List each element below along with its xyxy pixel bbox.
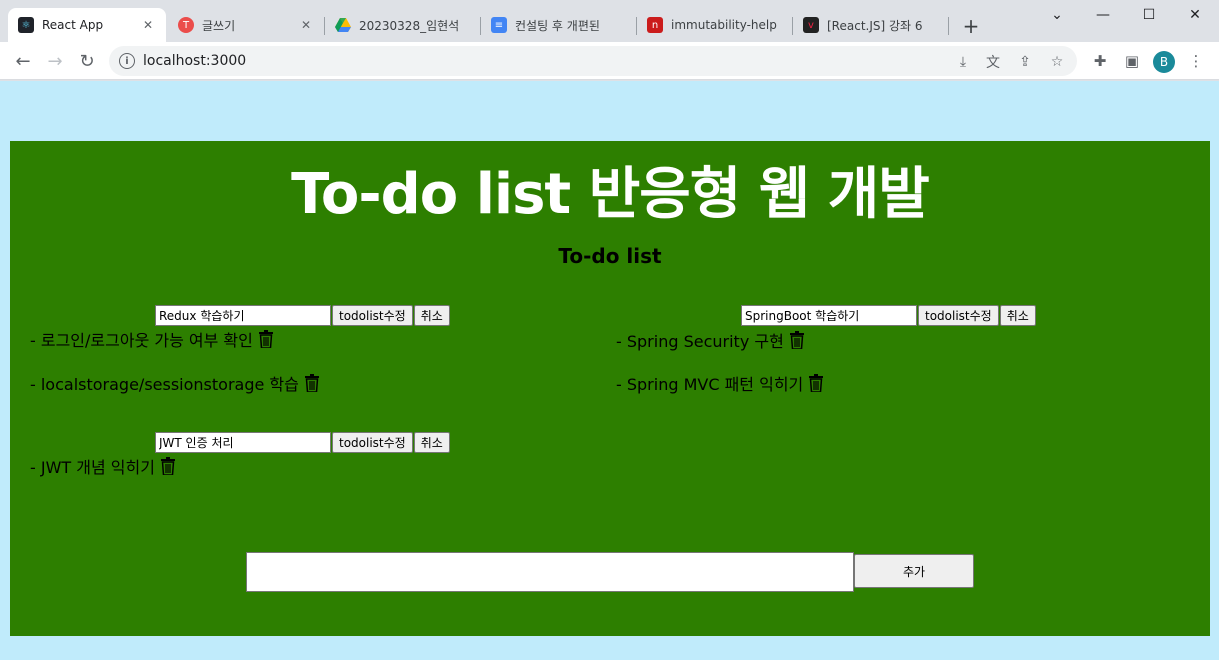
- tab-react-app[interactable]: ⚛ React App ✕: [8, 8, 166, 42]
- todo-item: - 로그인/로그아웃 가능 여부 확인: [30, 327, 273, 351]
- todo-text: - Spring Security 구현: [616, 332, 784, 351]
- trash-icon[interactable]: [304, 374, 319, 392]
- edit-todo-input[interactable]: [741, 305, 917, 326]
- tab-title: 컨설팅 후 개편된: [515, 18, 600, 33]
- tab-title: React App: [42, 18, 104, 32]
- todo-text: - localstorage/sessionstorage 학습: [30, 375, 299, 394]
- tab-title: 20230328_임현석: [359, 18, 460, 33]
- close-icon[interactable]: ✕: [298, 17, 314, 33]
- todolist-edit-button[interactable]: todolist수정: [918, 305, 999, 326]
- kebab-menu-icon[interactable]: ⋮: [1186, 51, 1206, 71]
- close-icon[interactable]: ✕: [140, 17, 156, 33]
- cancel-button[interactable]: 취소: [999, 305, 1036, 326]
- todolist-edit-button[interactable]: todolist수정: [332, 432, 413, 453]
- minimize-icon[interactable]: —: [1080, 0, 1126, 30]
- edit-row-springboot: todolist수정 취소: [741, 305, 1036, 326]
- url-text[interactable]: localhost:3000: [143, 53, 246, 69]
- forward-arrow-icon[interactable]: →: [41, 47, 69, 75]
- tab-separator: [948, 17, 949, 35]
- back-arrow-icon[interactable]: ←: [9, 47, 37, 75]
- edit-row-redux: todolist수정 취소: [155, 305, 450, 326]
- page-subtitle: To-do list: [558, 244, 662, 268]
- add-button[interactable]: 추가: [854, 554, 974, 588]
- drive-favicon-icon: [335, 17, 351, 33]
- edit-todo-input[interactable]: [155, 305, 331, 326]
- todo-item: - JWT 개념 익히기: [30, 454, 175, 478]
- tab-drive[interactable]: 20230328_임현석: [325, 8, 480, 42]
- install-icon[interactable]: ⤓: [954, 53, 972, 71]
- translate-icon[interactable]: 文: [984, 53, 1002, 71]
- maximize-icon[interactable]: ☐: [1126, 0, 1172, 30]
- trash-icon[interactable]: [160, 457, 175, 475]
- velopert-favicon-icon: v: [803, 17, 819, 33]
- page-title: To-do list 반응형 웹 개발: [291, 162, 930, 227]
- new-tab-button[interactable]: +: [958, 14, 984, 38]
- tistory-favicon-icon: T: [178, 17, 194, 33]
- page-viewport: To-do list 반응형 웹 개발 To-do list todolist수…: [0, 81, 1219, 660]
- todo-text: - JWT 개념 익히기: [30, 458, 155, 477]
- todolist-edit-button[interactable]: todolist수정: [332, 305, 413, 326]
- cancel-button[interactable]: 취소: [413, 432, 450, 453]
- edit-todo-input[interactable]: [155, 432, 331, 453]
- tab-write[interactable]: T 글쓰기 ✕: [168, 8, 324, 42]
- new-todo-input[interactable]: [246, 552, 854, 592]
- tab-npm[interactable]: n immutability-help: [637, 8, 792, 42]
- trash-icon[interactable]: [809, 374, 824, 392]
- todo-item: - Spring Security 구현: [616, 328, 804, 352]
- tab-docs[interactable]: ≡ 컨설팅 후 개편된: [481, 8, 636, 42]
- todo-item: - localstorage/sessionstorage 학습: [30, 371, 319, 395]
- tab-title: 글쓰기: [202, 18, 236, 33]
- cancel-button[interactable]: 취소: [413, 305, 450, 326]
- tab-title: [React.JS] 강좌 6: [827, 18, 923, 33]
- trash-icon[interactable]: [258, 330, 273, 348]
- npm-favicon-icon: n: [647, 17, 663, 33]
- profile-avatar[interactable]: B: [1153, 51, 1175, 73]
- tab-react-course[interactable]: v [React.JS] 강좌 6: [793, 8, 948, 42]
- share-icon[interactable]: ⇪: [1016, 53, 1034, 71]
- browser-toolbar: ← → ↻ i localhost:3000 ⤓ 文 ⇪ ☆ ✚ ▣ B ⋮: [0, 42, 1219, 80]
- info-icon[interactable]: i: [119, 53, 135, 69]
- edit-row-jwt: todolist수정 취소: [155, 432, 450, 453]
- tab-strip: ⚛ React App ✕ T 글쓰기 ✕ 20230328_임현석 ≡ 컨설팅…: [0, 0, 1219, 42]
- trash-icon[interactable]: [789, 331, 804, 349]
- todo-text: - 로그인/로그아웃 가능 여부 확인: [30, 331, 253, 350]
- side-panel-icon[interactable]: ▣: [1122, 51, 1142, 71]
- reload-icon[interactable]: ↻: [73, 47, 101, 75]
- docs-favicon-icon: ≡: [491, 17, 507, 33]
- extensions-puzzle-icon[interactable]: ✚: [1090, 51, 1110, 71]
- close-window-icon[interactable]: ✕: [1172, 0, 1218, 30]
- address-bar[interactable]: i localhost:3000 ⤓ 文 ⇪ ☆: [109, 46, 1077, 76]
- tab-title: immutability-help: [671, 18, 777, 32]
- todo-text: - Spring MVC 패턴 익히기: [616, 375, 804, 394]
- react-favicon-icon: ⚛: [18, 17, 34, 33]
- bookmark-star-icon[interactable]: ☆: [1048, 53, 1066, 71]
- todo-item: - Spring MVC 패턴 익히기: [616, 371, 824, 395]
- todo-app-container: To-do list 반응형 웹 개발 To-do list todolist수…: [10, 141, 1210, 636]
- chevron-down-icon[interactable]: ⌄: [1034, 0, 1080, 30]
